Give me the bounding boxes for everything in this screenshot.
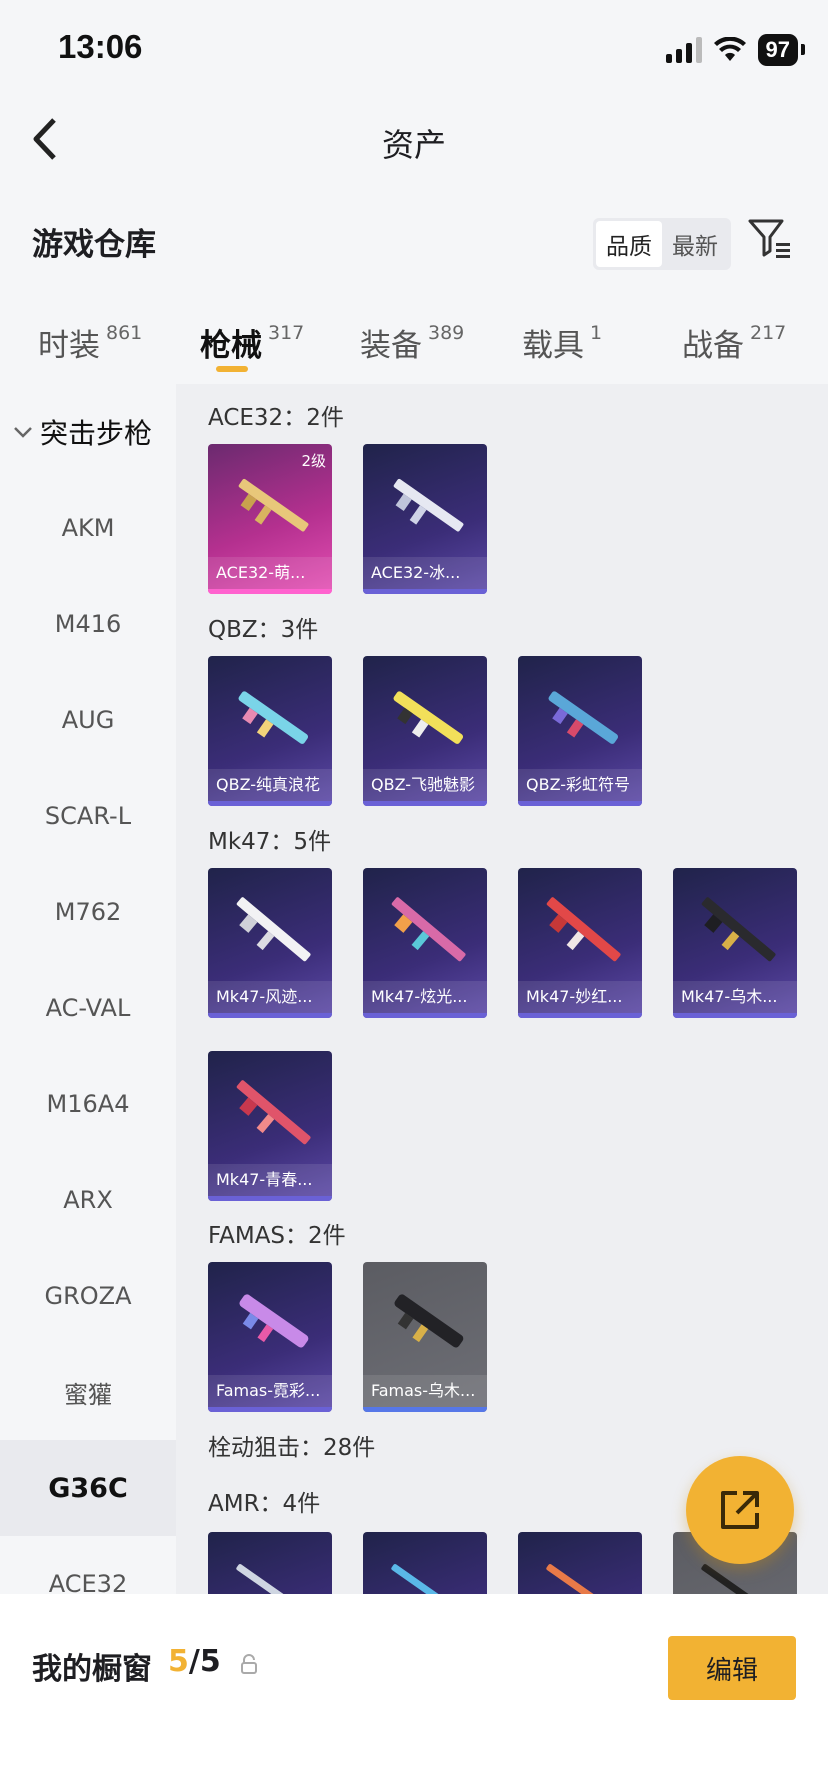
skin-label: Famas-霓彩... (208, 1375, 332, 1407)
sort-quality-button[interactable]: 品质 (596, 221, 662, 267)
tab-equipment[interactable]: 装备 389 (360, 320, 464, 365)
rifle-icon (239, 1294, 309, 1348)
rifle-icon (391, 897, 466, 962)
skin-card[interactable]: Mk47-青春... (208, 1051, 332, 1201)
showcase-bar: 我的橱窗 5/5 编辑 (0, 1594, 828, 1792)
sidebar-item-m16a4[interactable]: M16A4 (0, 1056, 176, 1152)
skin-label: Mk47-风迹... (208, 981, 332, 1013)
skin-label: Famas-乌木... (363, 1375, 487, 1407)
sidebar-item-ac-val[interactable]: AC-VAL (0, 960, 176, 1056)
rifle-icon (393, 691, 464, 744)
skin-card[interactable] (208, 1532, 332, 1594)
sidebar-item-m762[interactable]: M762 (0, 864, 176, 960)
group-title: QBZ：3件 (208, 617, 319, 643)
skin-card[interactable]: Famas-乌木... (363, 1262, 487, 1412)
tab-supplies[interactable]: 战备 217 (682, 320, 786, 365)
status-bar: 13:06 97 (0, 0, 828, 100)
sidebar-item-honey-badger[interactable]: 蜜獾 (0, 1344, 176, 1440)
nav-bar: 资产 (0, 100, 828, 180)
filter-icon[interactable] (746, 215, 794, 263)
skin-card[interactable]: Famas-霓彩... (208, 1262, 332, 1412)
skin-card[interactable]: Mk47-炫光... (363, 868, 487, 1018)
rifle-icon (238, 691, 309, 744)
sidebar-item-arx[interactable]: ARX (0, 1152, 176, 1248)
rifle-icon (236, 897, 311, 962)
skin-label: Mk47-青春... (208, 1164, 332, 1196)
section-title: 游戏仓库 (32, 227, 156, 263)
sidebar-item-scar-l[interactable]: SCAR-L (0, 768, 176, 864)
skin-label: ACE32-冰... (363, 557, 487, 589)
skin-label: QBZ-纯真浪花 (208, 769, 332, 801)
rifle-icon (238, 478, 309, 532)
sort-toggle: 品质 最新 (593, 218, 731, 270)
skin-card[interactable] (363, 1532, 487, 1594)
skin-label: Mk47-乌木... (673, 981, 797, 1013)
external-link-icon (721, 1491, 759, 1529)
category-tabs: 时装 861 枪械 317 装备 389 载具 1 战备 217 (0, 310, 828, 380)
group-title: FAMAS：2件 (208, 1223, 346, 1249)
rifle-icon (546, 1564, 623, 1594)
tab-firearms[interactable]: 枪械 317 (200, 320, 304, 365)
weapon-grid: ACE32：2件 2级 ACE32-萌... ACE32-冰... QBZ：3件… (176, 384, 828, 1594)
skin-card[interactable]: QBZ-彩虹符号 (518, 656, 642, 806)
tab-fashion[interactable]: 时装 861 (38, 320, 142, 365)
sidebar-item-aug[interactable]: AUG (0, 672, 176, 768)
rifle-icon (701, 897, 776, 962)
battery-indicator: 97 (757, 34, 806, 66)
group-title: ACE32：2件 (208, 405, 344, 431)
skin-card[interactable]: Mk47-乌木... (673, 868, 797, 1018)
tab-vehicles[interactable]: 载具 1 (522, 320, 602, 365)
skin-card[interactable]: Mk47-妙红... (518, 868, 642, 1018)
rifle-icon (391, 1564, 468, 1594)
weapon-sidebar: 突击步枪 AKM M416 AUG SCAR-L M762 AC-VAL M16… (0, 384, 176, 1594)
skin-label: QBZ-彩虹符号 (518, 769, 642, 801)
skin-card[interactable] (518, 1532, 642, 1594)
group-title: Mk47：5件 (208, 829, 332, 855)
skin-card[interactable]: QBZ-纯真浪花 (208, 656, 332, 806)
rifle-icon (393, 478, 464, 532)
status-time: 13:06 (58, 28, 143, 65)
sort-newest-button[interactable]: 最新 (662, 221, 728, 267)
skin-label: Mk47-炫光... (363, 981, 487, 1013)
rifle-icon (546, 897, 621, 962)
active-tab-indicator (216, 366, 248, 372)
sidebar-item-ace32[interactable]: ACE32 (0, 1536, 176, 1594)
rifle-icon (236, 1564, 313, 1594)
section-header: 游戏仓库 品质 最新 (0, 205, 828, 275)
sidebar-group-assault-rifles[interactable]: 突击步枪 (0, 384, 176, 480)
rifle-icon (548, 691, 619, 744)
skin-label: ACE32-萌... (208, 557, 332, 589)
rifle-icon (236, 1080, 311, 1145)
skin-card[interactable]: ACE32-冰... (363, 444, 487, 594)
wifi-icon (713, 37, 746, 61)
lock-icon (241, 1654, 257, 1674)
group-title: AMR：4件 (208, 1491, 321, 1517)
sidebar-item-groza[interactable]: GROZA (0, 1248, 176, 1344)
signal-icon (665, 37, 702, 63)
rifle-icon (394, 1294, 464, 1348)
group-title: 栓动狙击：28件 (208, 1435, 376, 1461)
skin-card[interactable]: Mk47-风迹... (208, 868, 332, 1018)
share-button[interactable] (686, 1456, 794, 1564)
chevron-down-icon (14, 427, 32, 438)
skin-label: QBZ-飞驰魅影 (363, 769, 487, 801)
sidebar-item-m416[interactable]: M416 (0, 576, 176, 672)
sidebar-item-akm[interactable]: AKM (0, 480, 176, 576)
skin-card[interactable]: 2级 ACE32-萌... (208, 444, 332, 594)
skin-card[interactable]: QBZ-飞驰魅影 (363, 656, 487, 806)
page-title: 资产 (381, 126, 446, 164)
skin-label: Mk47-妙红... (518, 981, 642, 1013)
sidebar-item-g36c[interactable]: G36C (0, 1440, 176, 1536)
status-icons: 97 (665, 34, 806, 66)
showcase-count: 5/5 (168, 1644, 221, 1679)
edit-button[interactable]: 编辑 (668, 1636, 796, 1700)
showcase-label: 我的橱窗 (32, 1652, 152, 1687)
